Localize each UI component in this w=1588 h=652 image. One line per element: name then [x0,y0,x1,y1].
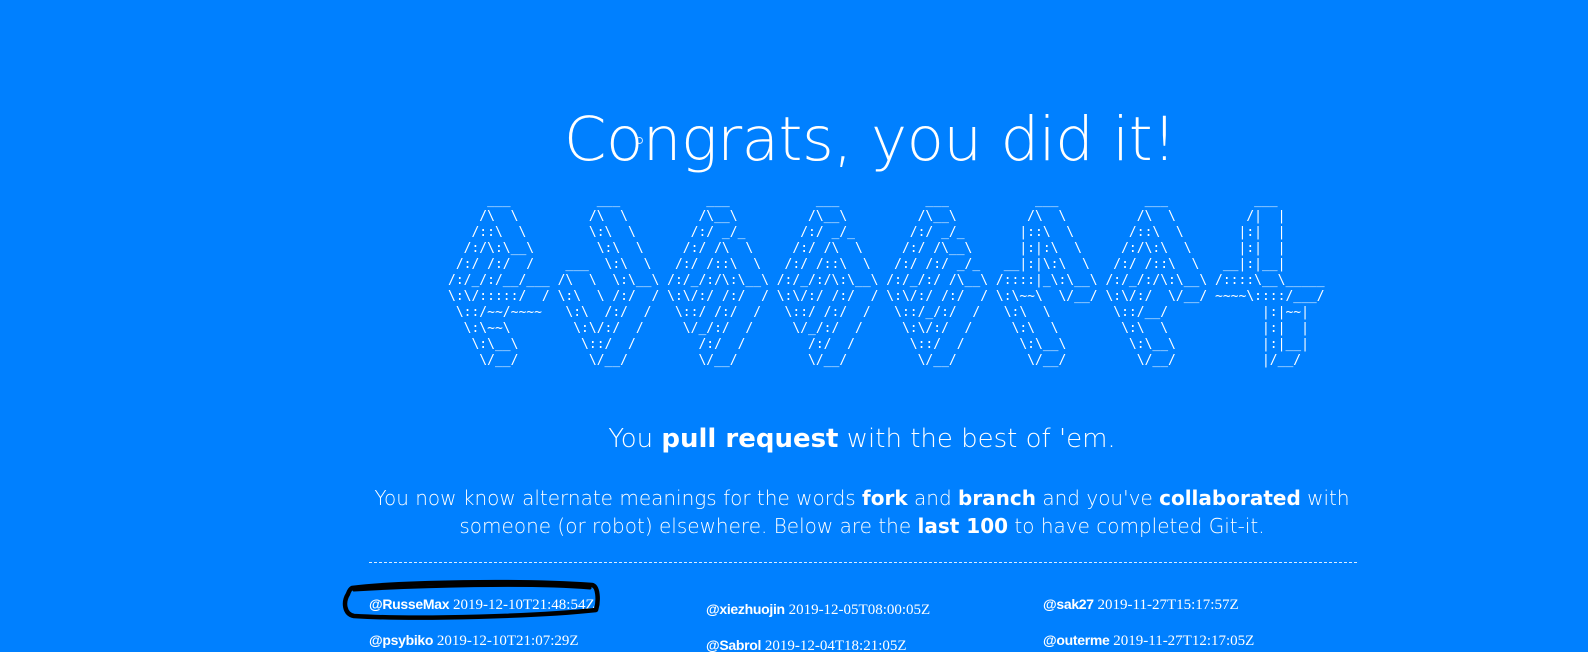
completer-username-link[interactable]: @Sabrol [706,637,761,652]
completer-timestamp: 2019-12-10T21:07:29Z [436,633,579,649]
description-emphasis-last-100: last 100 [917,514,1009,538]
completer-timestamp: 2019-11-27T15:17:57Z [1097,597,1239,613]
description-text: and [907,486,958,510]
description-text: to have completed Git-it. [1008,514,1265,538]
completer-timestamp: 2019-12-10T21:48:54Z [452,597,595,613]
ascii-art-banner: ___ ___ ___ ___ ___ ___ ___ ___ /\ \ /\ … [448,193,1325,368]
description-text: and you've [1036,486,1160,510]
description-paragraph: You now know alternate meanings for the … [369,484,1355,540]
page: Congrats, you did it! ___ ___ ___ ___ __… [0,0,1588,652]
completer-username-link[interactable]: @RusseMax [369,596,450,612]
completer-username-link[interactable]: @outerme [1043,632,1110,648]
completer-item: @xiezhuojin 2019-12-05T08:00:05Z [706,601,930,619]
completer-timestamp: 2019-12-05T08:00:05Z [788,602,931,618]
completer-item: @RusseMax 2019-12-10T21:48:54Z [369,596,595,614]
description-emphasis-fork: fork [862,486,908,510]
completer-item: @psybiko 2019-12-10T21:07:29Z [369,632,579,650]
completer-timestamp: 2019-12-04T18:21:05Z [764,638,907,652]
description-text: You now know alternate meanings for the … [374,486,863,510]
completer-username-link[interactable]: @psybiko [369,632,433,648]
tagline-pre: You [608,424,662,454]
completer-username-link[interactable]: @sak27 [1043,596,1094,612]
tagline: You pull request with the best of 'em. [0,424,1588,454]
completer-item: @Sabrol 2019-12-04T18:21:05Z [706,637,907,652]
mouse-cursor-indicator [636,137,643,144]
description-emphasis-branch: branch [958,486,1037,510]
tagline-strong: pull request [661,424,839,454]
completer-item: @sak27 2019-11-27T15:17:57Z [1043,596,1239,614]
section-divider [369,562,1357,563]
tagline-post: with the best of 'em. [838,424,1116,454]
completer-item: @outerme 2019-11-27T12:17:05Z [1043,632,1254,650]
description-emphasis-collaborated: collaborated [1159,486,1301,510]
completer-timestamp: 2019-11-27T12:17:05Z [1113,633,1255,649]
page-title: Congrats, you did it! [563,103,1177,175]
completer-username-link[interactable]: @xiezhuojin [706,601,785,617]
